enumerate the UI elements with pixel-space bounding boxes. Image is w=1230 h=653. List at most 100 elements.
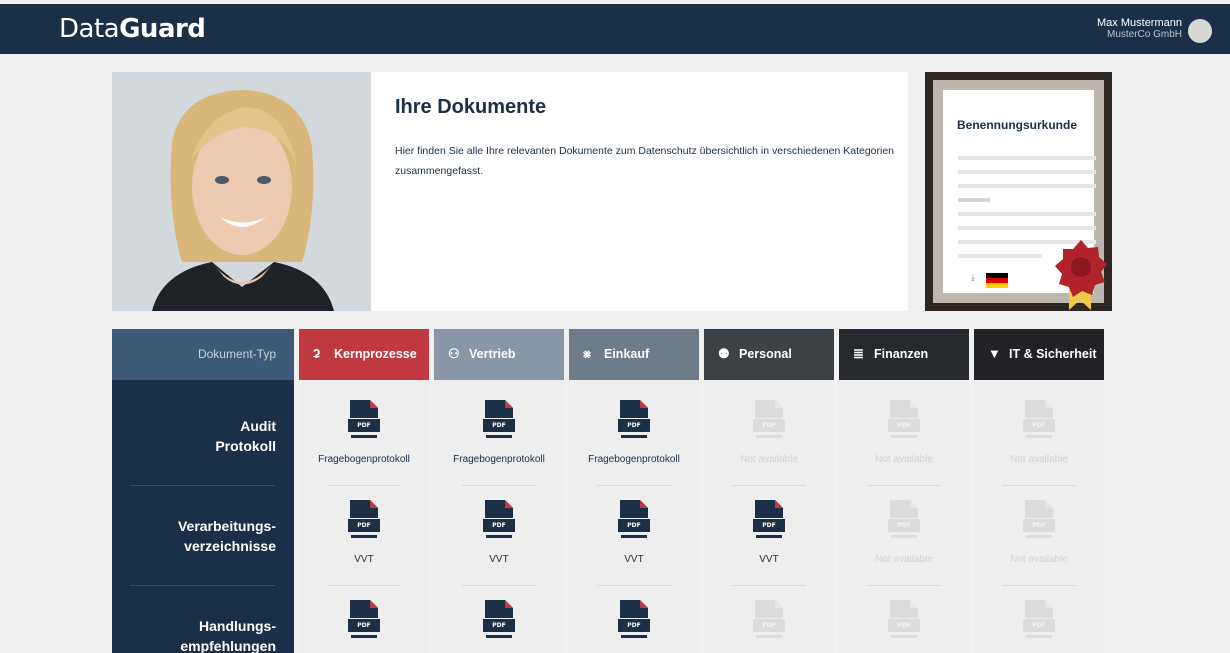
document-name: Fragebogenprotokoll <box>318 454 410 465</box>
tab-label: Vertrieb <box>469 347 516 361</box>
certificate-line <box>958 254 1042 258</box>
certificate-line <box>958 226 1096 230</box>
pdf-icon[interactable]: PDF <box>483 400 515 440</box>
document-cell: PDF <box>839 580 969 653</box>
document-cell: PDF Not available <box>974 480 1104 586</box>
document-name: VVT <box>354 554 374 565</box>
group-icon: ⚉ <box>718 346 730 361</box>
page-title: Ihre Dokumente <box>395 96 547 118</box>
document-name: VVT <box>624 554 644 565</box>
coins-icon: ≣ <box>853 346 864 361</box>
pdf-icon: PDF <box>1023 500 1055 540</box>
document-name: Fragebogenprotokoll <box>588 454 680 465</box>
document-cell: PDF Not available <box>974 380 1104 486</box>
category-column: PDF Not available PDF Not available PDF <box>974 380 1104 653</box>
document-cell: PDF <box>704 580 834 653</box>
dataguard-logo[interactable]: DataGuard <box>59 14 206 44</box>
category-column: PDF Not available PDF Not available PDF <box>839 380 969 653</box>
document-name: Not available <box>875 554 933 565</box>
pdf-icon[interactable]: PDF <box>348 500 380 540</box>
certificate-line <box>958 156 1096 160</box>
tab-label: Personal <box>739 347 792 361</box>
pdf-icon: PDF <box>753 600 785 640</box>
document-type-label: Dokument-Typ <box>197 347 276 361</box>
document-cell: PDF Not available <box>839 480 969 586</box>
row-label-recommendations: Handlungs-empfehlungen <box>180 618 276 653</box>
people-icon: ⚇ <box>448 346 460 361</box>
document-name: Not available <box>1010 554 1068 565</box>
avatar[interactable] <box>1188 19 1212 43</box>
pdf-icon: PDF <box>888 400 920 440</box>
consultant-photo <box>112 72 371 311</box>
tab-it-sicherheit[interactable]: ▼ IT & Sicherheit <box>974 329 1104 380</box>
document-cell: PDF Not available <box>839 380 969 486</box>
document-cell[interactable]: PDF Fragebogenprotokoll <box>569 380 699 486</box>
document-cell[interactable]: PDF VVT <box>704 480 834 586</box>
user-info[interactable]: Max Mustermann MusterCo GmbH <box>1097 18 1182 41</box>
document-name: Not available <box>875 454 933 465</box>
document-name: Not available <box>1010 454 1068 465</box>
tab-label: Finanzen <box>874 347 929 361</box>
document-cell[interactable]: PDF Fragebogenprotokoll <box>299 380 429 486</box>
row-label-vvt: Verarbeitungs-verzeichnisse <box>177 518 276 554</box>
document-cell[interactable]: PDF <box>569 580 699 653</box>
document-name: Fragebogenprotokoll <box>453 454 545 465</box>
tab-personal[interactable]: ⚉ Personal <box>704 329 834 380</box>
pdf-icon: PDF <box>753 400 785 440</box>
category-column: PDF Fragebogenprotokoll PDF VVT PDF <box>434 380 564 653</box>
pdf-icon: PDF <box>888 500 920 540</box>
document-cell: PDF <box>974 580 1104 653</box>
tab-vertrieb[interactable]: ⚇ Vertrieb <box>434 329 564 380</box>
certificate-title: Benennungsurkunde <box>957 118 1078 132</box>
row-labels: Audit Protokoll Verarbeitungs-verzeichnis… <box>112 380 294 653</box>
pdf-icon[interactable]: PDF <box>483 500 515 540</box>
row-separator <box>130 485 275 486</box>
tab-label: Einkauf <box>604 347 650 361</box>
tab-finanzen[interactable]: ≣ Finanzen <box>839 329 969 380</box>
document-name: VVT <box>489 554 509 565</box>
document-cell[interactable]: PDF VVT <box>434 480 564 586</box>
seal-icon <box>1055 240 1107 310</box>
row-label-audit: Audit Protokoll <box>215 418 276 454</box>
document-name: Not available <box>740 454 798 465</box>
certificate-line <box>958 212 1096 216</box>
category-column: PDF Fragebogenprotokoll PDF VVT PDF <box>569 380 699 653</box>
certificate-line <box>958 184 1096 188</box>
intro-description: Hier finden Sie alle Ihre relevanten Dok… <box>395 145 895 177</box>
row-separator <box>130 585 275 586</box>
download-icon[interactable]: ⤓ <box>971 272 975 283</box>
document-cell[interactable]: PDF <box>434 580 564 653</box>
german-flag-icon[interactable] <box>986 273 1008 288</box>
tab-label: Kernprozesse <box>334 347 417 361</box>
tab-kernprozesse[interactable]: ʡ Kernprozesse <box>299 329 429 380</box>
pdf-icon[interactable]: PDF <box>348 400 380 440</box>
tab-label: IT & Sicherheit <box>1009 347 1097 361</box>
company-name: MusterCo GmbH <box>1106 29 1182 40</box>
document-cell[interactable]: PDF <box>299 580 429 653</box>
pdf-icon[interactable]: PDF <box>753 500 785 540</box>
pdf-icon[interactable]: PDF <box>348 600 380 640</box>
document-cell[interactable]: PDF VVT <box>569 480 699 586</box>
certificate-frame[interactable]: Benennungsurkunde ⤓ <box>925 72 1112 311</box>
pdf-icon[interactable]: PDF <box>618 600 650 640</box>
intro-panel: Ihre Dokumente Hier finden Sie alle Ihre… <box>371 72 908 311</box>
stethoscope-icon: ʡ <box>313 346 321 361</box>
pdf-icon[interactable]: PDF <box>483 600 515 640</box>
document-cell[interactable]: PDF VVT <box>299 480 429 586</box>
document-cell[interactable]: PDF Fragebogenprotokoll <box>434 380 564 486</box>
shield-icon: ▼ <box>988 346 1001 361</box>
document-cell: PDF Not available <box>704 380 834 486</box>
certificate-line <box>958 170 1096 174</box>
category-column: PDF Not available PDF VVT PDF <box>704 380 834 653</box>
document-name: VVT <box>759 554 779 565</box>
pdf-icon: PDF <box>888 600 920 640</box>
document-type-header: Dokument-Typ <box>112 329 294 380</box>
tab-einkauf[interactable]: ⨳ Einkauf <box>569 329 699 380</box>
cart-icon: ⨳ <box>583 346 592 361</box>
pdf-icon: PDF <box>1023 400 1055 440</box>
top-navigation-bar: DataGuard Max Mustermann MusterCo GmbH <box>0 4 1230 54</box>
category-column: PDF Fragebogenprotokoll PDF VVT PDF <box>299 380 429 653</box>
pdf-icon: PDF <box>1023 600 1055 640</box>
pdf-icon[interactable]: PDF <box>618 500 650 540</box>
pdf-icon[interactable]: PDF <box>618 400 650 440</box>
